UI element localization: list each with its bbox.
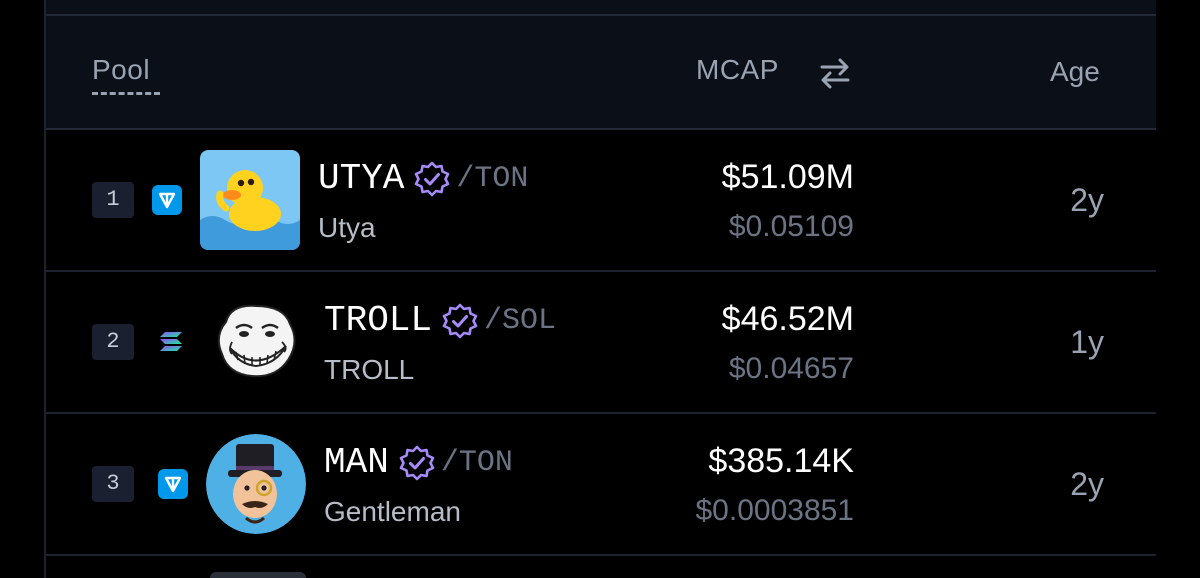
column-header-pool[interactable]: Pool xyxy=(92,54,150,86)
pools-table: Pool MCAP Age 1 UTYA /TON Utya $51.09M $… xyxy=(44,0,1156,578)
market-cap-value: $46.52M xyxy=(721,300,854,338)
token-symbol: TROLL xyxy=(324,300,433,341)
token-price: $0.05109 xyxy=(728,210,854,243)
ton-icon xyxy=(158,469,188,499)
pair-symbol[interactable]: MAN /TON xyxy=(324,442,513,483)
token-symbol: UTYA xyxy=(318,158,405,199)
quote-symbol: /SOL xyxy=(484,303,557,338)
table-row[interactable]: 3 MAN /TON Gentleman $385.14K $0.0003851… xyxy=(46,414,1156,556)
rank-badge: 1 xyxy=(92,182,134,218)
token-price: $0.04657 xyxy=(728,352,854,385)
market-cap-value: $385.14K xyxy=(708,442,854,480)
verified-badge-icon xyxy=(399,445,435,481)
verified-badge-icon xyxy=(414,161,450,197)
token-price: $0.0003851 xyxy=(695,494,855,527)
pool-age: 2y xyxy=(1070,182,1104,218)
swap-arrows-icon[interactable] xyxy=(816,54,854,92)
market-cap-value: $51.09M xyxy=(721,158,854,196)
token-name: Utya xyxy=(318,212,376,243)
pool-age: 1y xyxy=(1070,324,1104,360)
duck-icon xyxy=(200,150,300,250)
ton-icon xyxy=(152,185,182,215)
pool-age: 2y xyxy=(1070,466,1104,502)
table-row[interactable]: 2 TROLL /SOL TROLL $46.52M $0.04657 1y xyxy=(46,272,1156,414)
rank-badge: 3 xyxy=(92,466,134,502)
gentleman-icon xyxy=(206,434,306,534)
trollface-icon xyxy=(206,292,306,392)
pool-header-dashed-underline xyxy=(92,92,160,95)
quote-symbol: /TON xyxy=(440,445,513,480)
table-header: Pool MCAP Age xyxy=(46,16,1156,130)
column-header-mcap[interactable]: MCAP xyxy=(696,54,779,86)
next-row-token-image xyxy=(210,572,306,578)
quote-symbol: /TON xyxy=(456,161,529,196)
rank-badge: 2 xyxy=(92,324,134,360)
column-header-age[interactable]: Age xyxy=(1050,56,1100,88)
pair-symbol[interactable]: TROLL /SOL xyxy=(324,300,556,341)
token-symbol: MAN xyxy=(324,442,389,483)
solana-icon xyxy=(158,328,184,354)
token-name: TROLL xyxy=(324,354,415,385)
table-top-edge xyxy=(46,0,1156,16)
token-name: Gentleman xyxy=(324,496,461,527)
verified-badge-icon xyxy=(442,303,478,339)
table-row[interactable]: 1 UTYA /TON Utya $51.09M $0.05109 2y xyxy=(46,130,1156,272)
pair-symbol[interactable]: UTYA /TON xyxy=(318,158,528,199)
